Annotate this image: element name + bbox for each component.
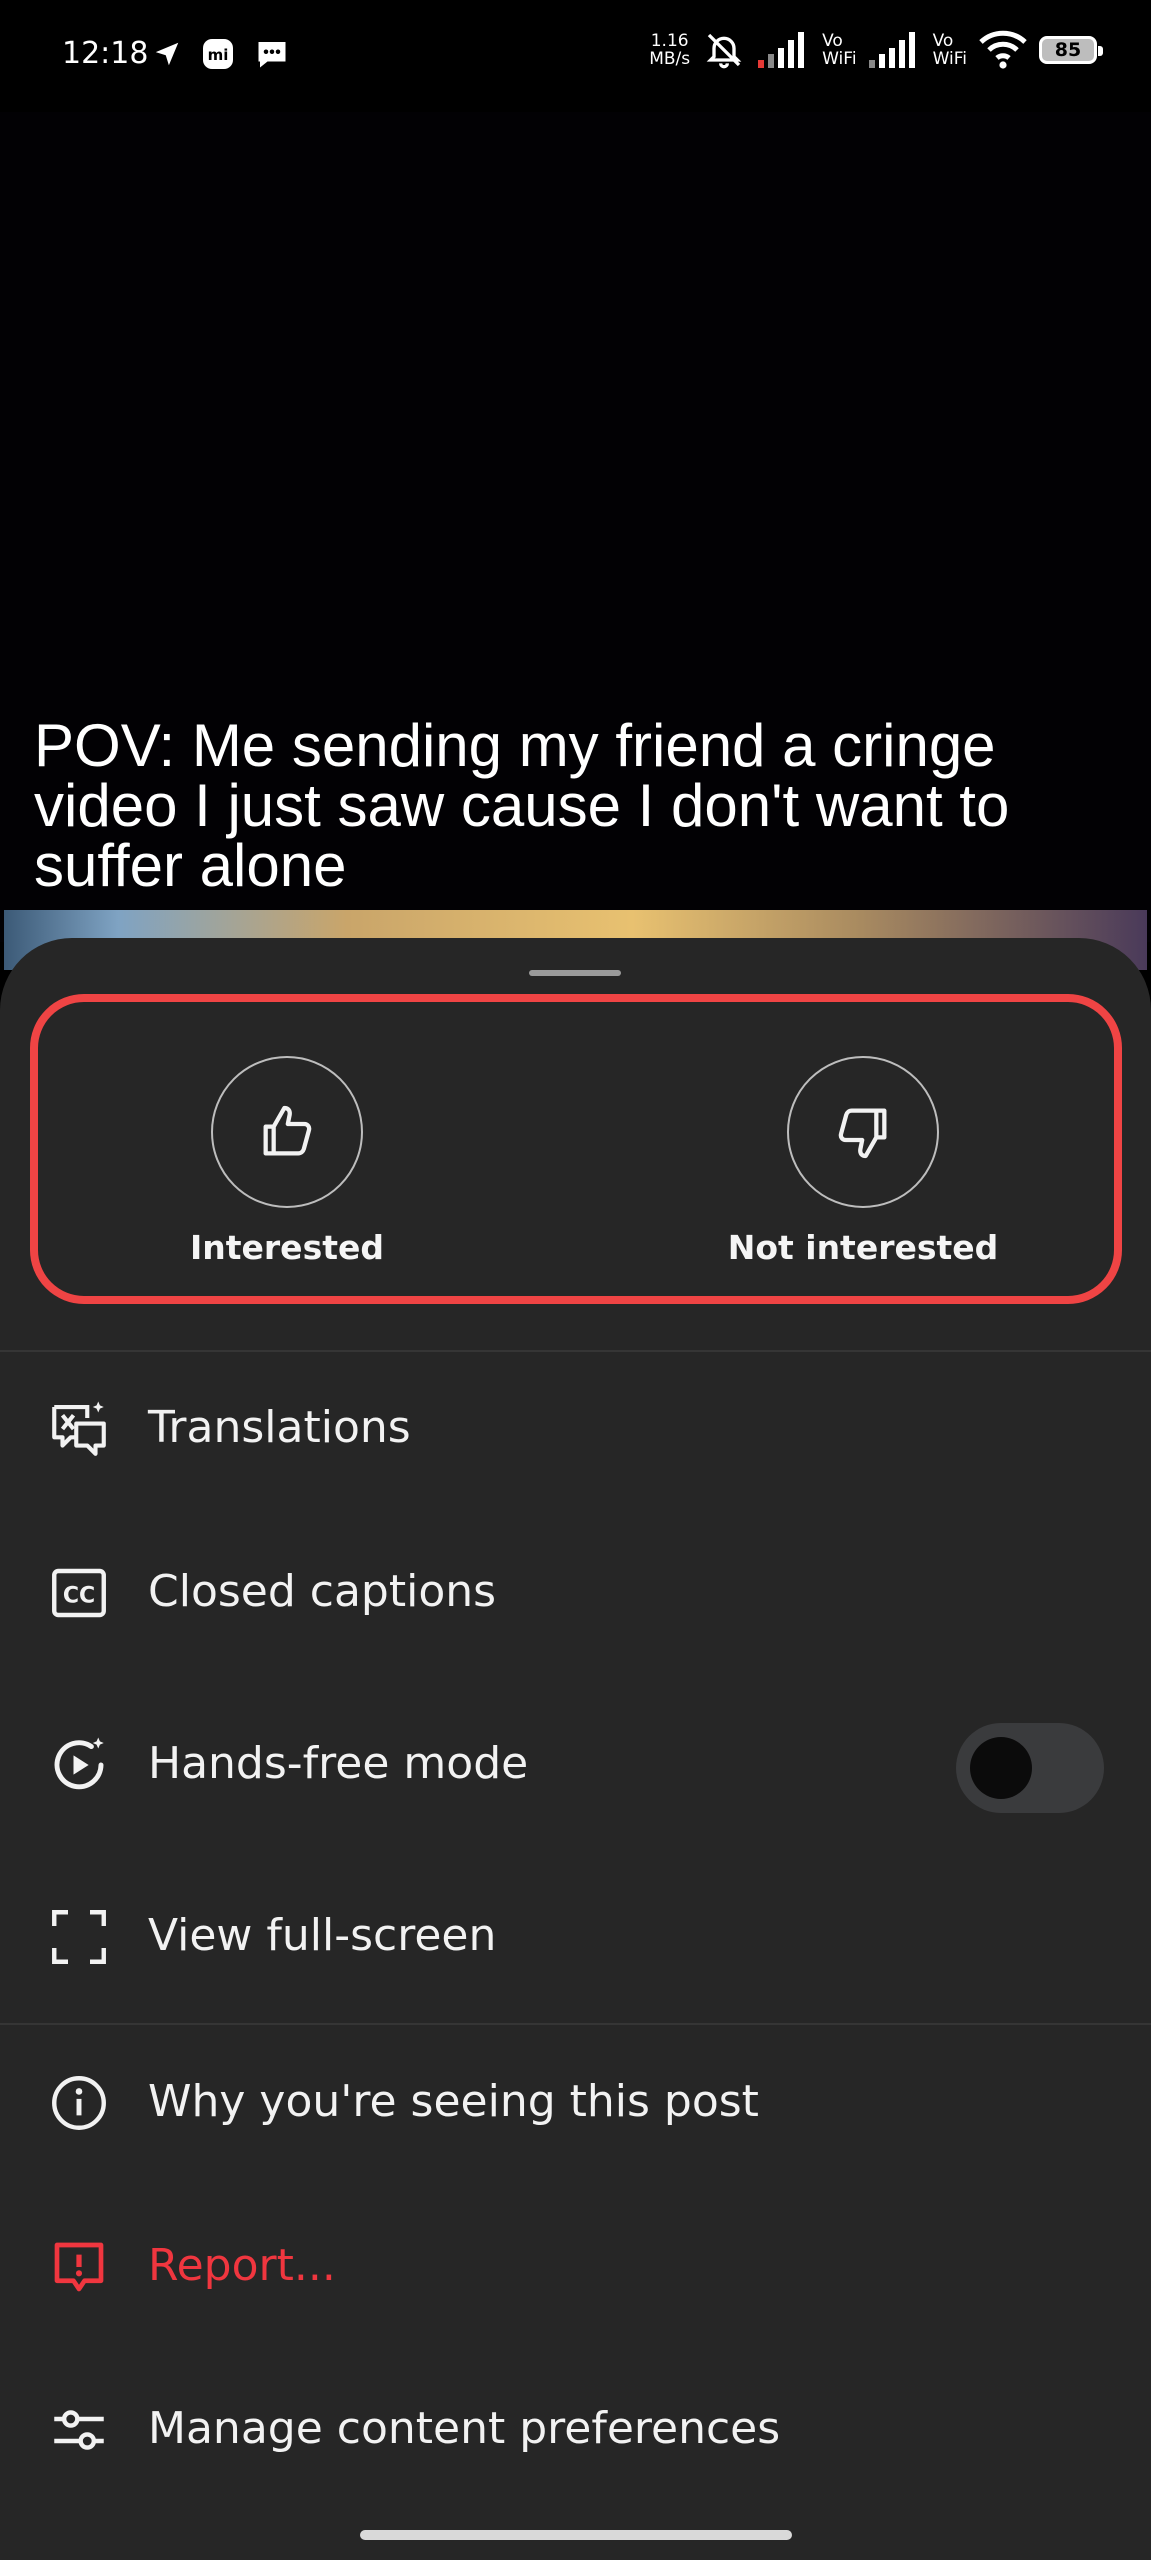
signal-1-icon <box>758 32 805 68</box>
mi-app-icon: mi <box>203 39 233 69</box>
net-speed-unit: MB/s <box>649 49 691 69</box>
menu-item-report[interactable]: Report... <box>0 2192 1151 2342</box>
toggle-knob <box>970 1737 1032 1799</box>
interested-option[interactable]: Interested <box>127 1056 447 1267</box>
svg-text:CC: CC <box>63 1584 95 1609</box>
translations-label: Translations <box>148 1402 411 1453</box>
status-left-icons: mi <box>152 36 290 72</box>
menu-item-translations[interactable]: Translations <box>0 1354 1151 1504</box>
translations-icon <box>42 1392 116 1466</box>
not-interested-button[interactable] <box>787 1056 939 1208</box>
battery-level: 85 <box>1054 39 1082 61</box>
home-indicator[interactable] <box>360 2530 792 2540</box>
options-bottom-sheet: Interested Not interested Translations C… <box>0 938 1151 2560</box>
hands-free-toggle[interactable] <box>956 1723 1104 1813</box>
bell-muted-icon <box>706 33 742 69</box>
full-screen-label: View full-screen <box>148 1910 497 1961</box>
signal-2-icon <box>868 32 915 68</box>
section-divider <box>0 1350 1151 1352</box>
section-divider <box>0 2023 1151 2025</box>
vowifi-2-top: Vo <box>932 31 954 51</box>
interested-button[interactable] <box>211 1056 363 1208</box>
status-time: 12:18 <box>62 36 149 71</box>
interested-label: Interested <box>189 1228 384 1267</box>
sliders-icon <box>42 2393 116 2467</box>
status-right-icons: 1.16 MB/s Vo WiFi Vo WiFi 85 <box>649 30 1103 70</box>
location-arrow-icon <box>155 42 179 66</box>
thumbs-up-icon <box>263 1105 312 1156</box>
vowifi-2-label: Vo WiFi <box>933 32 967 68</box>
closed-captions-label: Closed captions <box>148 1566 497 1617</box>
svg-text:mi: mi <box>208 46 229 64</box>
battery-indicator: 85 <box>1039 36 1103 64</box>
vowifi-1-top: Vo <box>822 31 843 51</box>
vowifi-2-bottom: WiFi <box>932 49 967 69</box>
closed-captions-icon: CC <box>42 1556 116 1630</box>
video-player[interactable]: POV: Me sending my friend a cringe video… <box>0 112 1151 970</box>
manage-prefs-label: Manage content preferences <box>148 2403 781 2454</box>
hands-free-label: Hands-free mode <box>148 1738 529 1789</box>
not-interested-option[interactable]: Not interested <box>703 1056 1023 1267</box>
sheet-drag-handle[interactable] <box>529 970 621 976</box>
report-icon <box>42 2230 116 2304</box>
status-bar: 12:18 mi 1.16 MB/s Vo WiFi Vo WiFi 85 <box>0 0 1151 112</box>
thumbs-down-icon <box>838 1108 887 1159</box>
menu-item-why-seeing-post[interactable]: Why you're seeing this post <box>0 2028 1151 2178</box>
info-icon <box>42 2066 116 2140</box>
full-screen-icon <box>42 1900 116 1974</box>
message-icon <box>258 42 286 68</box>
menu-item-closed-captions[interactable]: CC Closed captions <box>0 1518 1151 1668</box>
hands-free-icon <box>42 1728 116 1802</box>
video-caption: POV: Me sending my friend a cringe video… <box>34 712 1010 899</box>
network-speed: 1.16 MB/s <box>649 32 690 68</box>
menu-item-manage-content-preferences[interactable]: Manage content preferences <box>0 2355 1151 2505</box>
vowifi-1-bottom: WiFi <box>822 49 857 69</box>
wifi-icon <box>979 30 1027 69</box>
vowifi-1-label: Vo WiFi <box>822 32 856 68</box>
menu-item-hands-free-mode[interactable]: Hands-free mode <box>0 1690 1151 1840</box>
not-interested-label: Not interested <box>727 1228 999 1267</box>
report-label: Report... <box>148 2240 336 2291</box>
menu-item-view-full-screen[interactable]: View full-screen <box>0 1862 1151 2012</box>
why-seeing-label: Why you're seeing this post <box>148 2076 759 2127</box>
net-speed-value: 1.16 <box>650 31 689 51</box>
